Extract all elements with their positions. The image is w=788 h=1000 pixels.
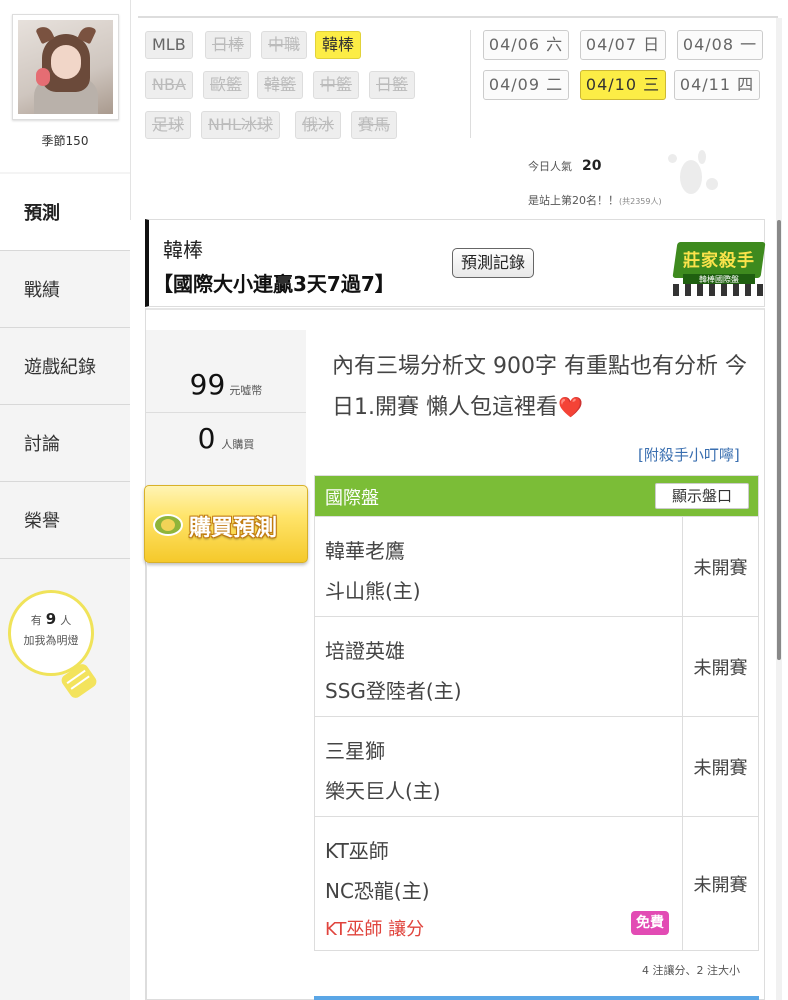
category-japan-basketball[interactable]: 日籃 [369,71,416,99]
popularity-today: 今日人氣 20 [528,158,602,174]
games-table-header: 國際盤 顯示盤口 [315,476,758,516]
prediction-description: 內有三場分析文 900字 有重點也有分析 今日1.開賽 懶人包這裡看❤️ [332,354,747,420]
away-team: 培證英雄 [325,639,405,663]
sidebar-item-label: 預測 [24,203,60,224]
games-table-title: 國際盤 [325,488,379,509]
category-korea-basketball[interactable]: 韓籃 [257,71,304,99]
date-0411[interactable]: 04/11 四 [674,70,760,100]
prediction-header: 韓棒 【國際大小連贏3天7過7】 預測記錄 莊家殺手 韓棒國際盤 [145,219,767,307]
category-nba[interactable]: NBA [145,71,193,99]
home-team: 斗山熊(主) [325,579,421,603]
avatar[interactable] [12,14,119,120]
price: 99 元噓幣 [189,368,263,401]
show-odds-button[interactable]: 顯示盤口 [655,483,749,509]
price-box: 99 元噓幣 0 人購買 [146,330,306,488]
date-0409[interactable]: 04/09 二 [483,70,569,100]
category-mlb[interactable]: MLB [145,31,193,59]
lightbulb-fans-button[interactable]: 有9人 加我為明燈 [8,590,99,702]
heart-icon: ❤️ [557,395,583,419]
filter-separator [470,30,471,138]
category-kbo[interactable]: 韓棒 [315,31,362,59]
killer-tips-link[interactable]: [附殺手小叮嚀] [638,444,740,465]
date-0410[interactable]: 04/10 三 [580,70,666,100]
category-cpbl[interactable]: 中職 [261,31,308,59]
scrollbar-thumb[interactable] [777,220,781,660]
sidebar-item-discussion[interactable]: 討論 [0,405,130,482]
buy-prediction-button[interactable]: 購買預測 [144,485,308,563]
home-team: NC恐龍(主) [325,879,430,903]
category-russia-hockey[interactable]: 俄冰 [295,111,342,139]
sidebar-item-honor[interactable]: 榮譽 [0,482,130,559]
bet-summary: 4 注讓分、2 注大小 [642,964,740,977]
home-team: SSG登陸者(主) [325,679,462,703]
home-team: 樂天巨人(主) [325,779,441,803]
category-soccer[interactable]: 足球 [145,111,192,139]
avatar-image [18,20,113,114]
buy-button-label: 購買預測 [189,516,278,541]
away-team: 韓華老鷹 [325,539,405,563]
checkered-flag-icon [673,284,763,296]
price-divider [146,412,306,413]
sidebar-item-label: 戰績 [24,280,60,301]
sidebar-item-game-log[interactable]: 遊戲紀錄 [0,328,130,405]
prediction-category: 韓棒 [163,238,203,262]
badge-title: 莊家殺手 [683,251,755,271]
top-divider [138,16,778,18]
category-china-basketball[interactable]: 中籃 [313,71,360,99]
fans-count: 有9人 [30,610,72,628]
splash-decoration-icon [662,150,722,202]
sidebar-item-label: 榮譽 [24,511,60,532]
prediction-title: 【國際大小連贏3天7過7】 [153,272,395,296]
sidebar-item-label: 遊戲紀錄 [24,357,96,378]
category-horse-racing[interactable]: 賽馬 [351,111,398,139]
table-row: 培證英雄 SSG登陸者(主) 未開賽 [315,616,758,716]
date-0408[interactable]: 04/08 一 [677,30,763,60]
table-row: 韓華老鷹 斗山熊(主) 未開賽 [315,516,758,616]
bookmaker-killer-badge: 莊家殺手 韓棒國際盤 [672,236,767,298]
profile-card: 季節150 [0,0,130,172]
buyers-count: 0 人購買 [197,422,255,455]
prediction-panel: 99 元噓幣 0 人購買 購買預測 內有三場分析文 900字 有重點也有分析 今日1… [144,308,765,1000]
left-divider [146,562,147,1000]
prediction-record-button[interactable]: 預測記錄 [452,248,535,278]
free-badge: 免費 [631,911,669,935]
game-status: 未開賽 [693,757,748,779]
coin-icon [153,514,183,536]
popularity-rank: 是站上第20名！！(共2359人) [528,194,662,207]
left-sidebar: 季節150 預測 戰績 遊戲紀錄 討論 榮譽 有9人 加我為明燈 [0,0,130,1000]
table-row: KT巫師 NC恐龍(主) KT巫師 讓分 免費 未開賽 [315,816,758,950]
table-row: 三星獅 樂天巨人(主) 未開賽 [315,716,758,816]
category-npb[interactable]: 日棒 [205,31,252,59]
sidebar-item-label: 討論 [24,434,60,455]
games-table: 國際盤 顯示盤口 韓華老鷹 斗山熊(主) 未開賽 培證英雄 SSG登陸者(主) … [314,475,759,951]
category-euro-basketball[interactable]: 歐籃 [203,71,250,99]
fans-caption: 加我為明燈 [23,634,79,647]
date-0407[interactable]: 04/07 日 [580,30,666,60]
game-status: 未開賽 [693,557,748,579]
away-team: 三星獅 [325,739,385,763]
category-nhl[interactable]: NHL冰球 [201,111,280,139]
date-0406[interactable]: 04/06 六 [483,30,569,60]
pick-text: KT巫師 讓分 [325,919,425,940]
game-status: 未開賽 [693,874,748,896]
away-team: KT巫師 [325,839,389,863]
sidebar-item-record[interactable]: 戰績 [0,251,130,328]
nickname[interactable]: 季節150 [0,132,130,149]
sidebar-item-predict[interactable]: 預測 [0,174,130,251]
next-section-edge [314,996,759,1000]
game-status: 未開賽 [693,657,748,679]
